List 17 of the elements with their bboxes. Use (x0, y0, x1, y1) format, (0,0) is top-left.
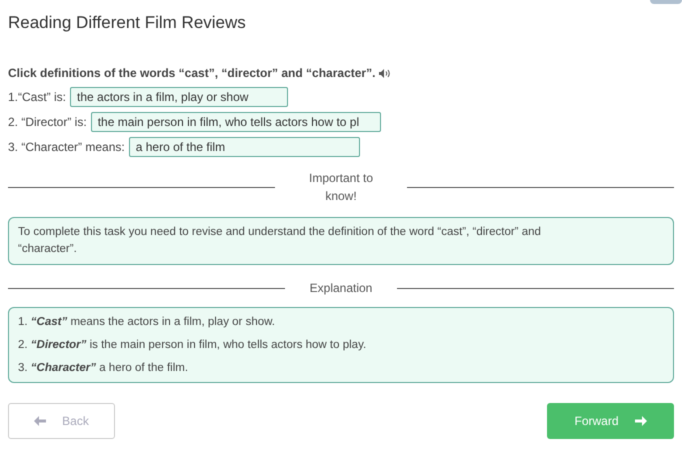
answer-field[interactable]: a hero of the film (128, 137, 360, 157)
section-heading: Important to know! (308, 170, 374, 205)
right-arrow-icon (634, 416, 646, 426)
question-label: 3. “Character” means: (8, 139, 125, 156)
left-arrow-icon (34, 416, 46, 426)
answer-field[interactable]: the main person in film, who tells actors how to pl (90, 112, 381, 132)
page-title: Reading Different Film Reviews (8, 12, 246, 34)
speaker-icon[interactable] (379, 68, 390, 78)
explanation-line: 1. “Cast” means the actors in a film, play or show. (18, 315, 276, 330)
explanation-line: 3. “Character” a hero of the film. (18, 361, 190, 376)
question-label: 1.“Cast” is: (8, 89, 66, 106)
instruction-text: Click definitions of the words “cast”, “director” and “character”. (8, 65, 376, 82)
info-text: To complete this task you need to revise and understand the definition of the word “cast”, “director” and “character”. (18, 225, 542, 257)
explanation-line: 2. “Director” is the main person in film, who tells actors how to play. (18, 338, 368, 353)
question-label: 2. “Director” is: (8, 114, 87, 131)
answer-field[interactable]: the actors in a film, play or show (70, 87, 288, 107)
section-heading: Explanation (308, 280, 374, 297)
